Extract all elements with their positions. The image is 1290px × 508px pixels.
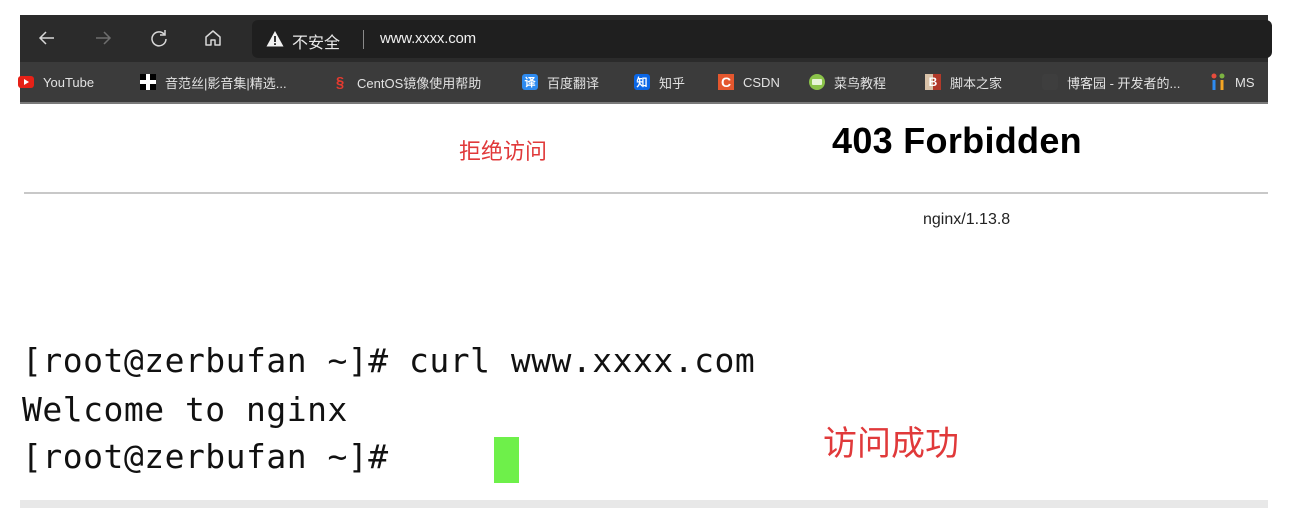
bookmark-ms[interactable]: MS xyxy=(1210,62,1255,102)
page-title: 403 Forbidden xyxy=(832,120,1082,161)
bookmark-label: CSDN xyxy=(743,74,780,90)
warning-triangle-icon[interactable] xyxy=(266,30,284,48)
cross-icon xyxy=(140,74,156,90)
home-icon xyxy=(205,30,221,46)
mirror-icon: § xyxy=(335,73,345,91)
bookmark-zhihu[interactable]: 知 知乎 xyxy=(634,62,685,102)
security-status-label[interactable]: 不安全 xyxy=(292,29,340,53)
divider xyxy=(24,192,1268,194)
ms-icon xyxy=(1210,73,1226,90)
arrow-right-icon xyxy=(96,31,112,45)
bookmark-cnblogs[interactable]: 博客园 - 开发者的... xyxy=(1042,62,1180,102)
bookmark-label: 博客园 - 开发者的... xyxy=(1067,75,1181,91)
address-bar[interactable]: 不安全 www.xxxx.com xyxy=(252,20,1272,58)
youtube-icon xyxy=(18,76,34,88)
reload-icon xyxy=(151,30,167,47)
terminal-line: [root@zerbufan ~]# curl www.xxxx.com xyxy=(22,341,756,380)
bookmark-label: CentOS镜像使用帮助 xyxy=(357,75,482,91)
bookmark-jb51[interactable]: B 脚本之家 xyxy=(925,62,1002,102)
csdn-icon: C xyxy=(718,74,734,90)
cnblogs-icon xyxy=(1042,74,1058,90)
address-separator xyxy=(363,30,364,49)
server-version: nginx/1.13.8 xyxy=(923,211,1011,228)
bookmark-label: MS xyxy=(1235,74,1255,90)
bookmark-label: 知乎 xyxy=(659,75,686,91)
arrow-left-icon xyxy=(38,31,54,45)
reload-button[interactable] xyxy=(144,23,174,53)
terminal-cursor xyxy=(494,437,519,483)
bookmark-label: 菜鸟教程 xyxy=(834,75,887,91)
bookmark-label: 音范丝|影音集|精选... xyxy=(165,75,287,91)
bookmark-centos-mirror[interactable]: § CentOS镜像使用帮助 xyxy=(332,62,481,102)
zhihu-icon: 知 xyxy=(634,74,650,90)
bookmark-label: 百度翻译 xyxy=(547,75,600,91)
bookmarks-bar: YouTube 音范丝|影音集|精选... § CentOS镜像使用帮助 译 百… xyxy=(18,62,1268,104)
annotation-refused: 拒绝访问 xyxy=(459,139,548,164)
url-text[interactable]: www.xxxx.com xyxy=(380,30,476,47)
bookmark-baidu-translate[interactable]: 译 百度翻译 xyxy=(522,62,599,102)
forward-button[interactable] xyxy=(88,23,118,53)
home-button[interactable] xyxy=(198,23,228,53)
bookmark-label: 脚本之家 xyxy=(950,75,1003,91)
translate-icon: 译 xyxy=(522,74,538,90)
browser-window: 不安全 www.xxxx.com YouTube 音范丝|影音集|精选... §… xyxy=(18,15,1272,104)
bookmark-csdn[interactable]: C CSDN xyxy=(718,62,780,102)
terminal-line: [root@zerbufan ~]# xyxy=(22,437,409,476)
runoob-icon xyxy=(809,74,825,90)
bookmark-youtube[interactable]: YouTube xyxy=(18,62,94,102)
bookmark-yinfansi[interactable]: 音范丝|影音集|精选... xyxy=(140,62,287,102)
bookmark-runoob[interactable]: 菜鸟教程 xyxy=(809,62,886,102)
jb51-icon: B xyxy=(925,74,941,90)
back-button[interactable] xyxy=(32,23,62,53)
terminal-line: Welcome to nginx xyxy=(22,390,348,429)
bottom-bar xyxy=(20,500,1268,508)
annotation-success: 访问成功 xyxy=(823,425,959,463)
browser-toolbar: 不安全 www.xxxx.com xyxy=(20,15,1272,62)
bookmark-label: YouTube xyxy=(43,74,95,90)
